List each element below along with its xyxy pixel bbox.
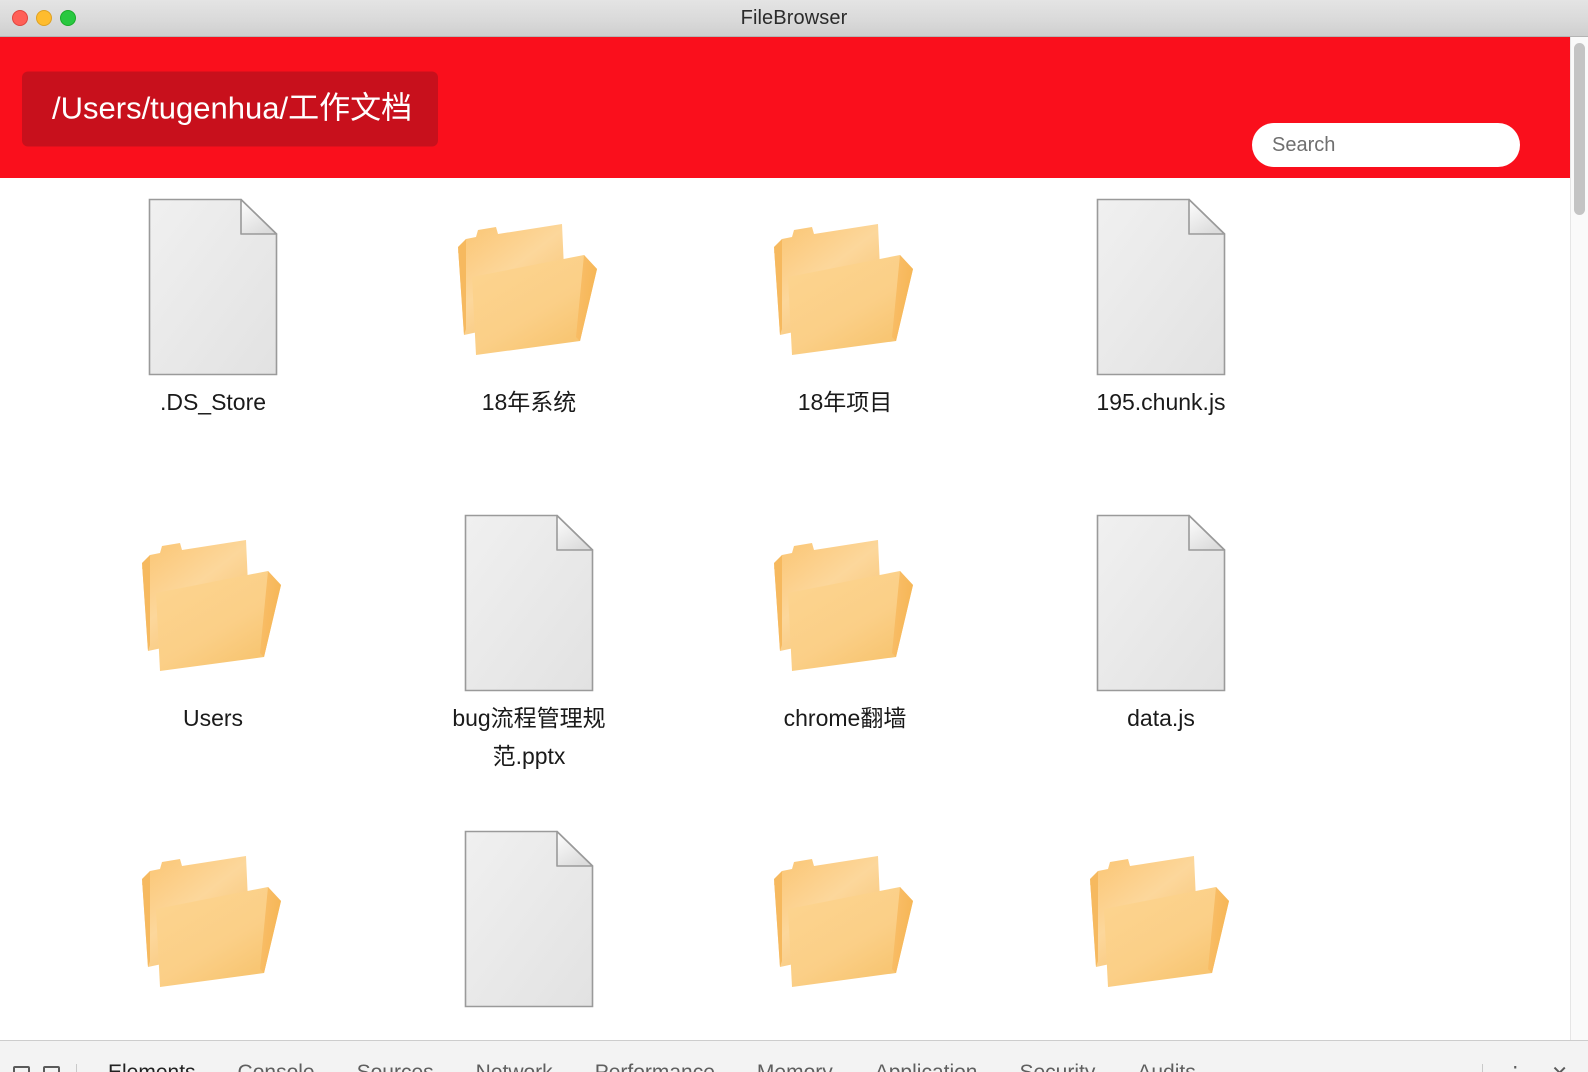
file-item[interactable]: 18年系统 [371, 178, 687, 494]
folder-icon [774, 855, 913, 987]
file-icon-wrapper [687, 810, 1003, 1015]
devtools-tab-sources[interactable]: Sources [336, 1061, 455, 1072]
maximize-window-button[interactable] [60, 10, 76, 26]
toolbar-divider [76, 1064, 77, 1072]
folder-icon [774, 539, 913, 671]
window-titlebar: FileBrowser [0, 0, 1588, 37]
folder-icon [458, 223, 597, 355]
devtools-more-icon[interactable]: ⋮ [1493, 1061, 1539, 1072]
file-icon-wrapper [55, 810, 371, 1015]
file-icon-wrapper [55, 178, 371, 383]
toolbar-divider [1482, 1064, 1484, 1072]
folder-icon [142, 539, 281, 671]
file-item[interactable]: chrome翻墙 [687, 494, 1003, 810]
devtools-close-icon[interactable]: ✕ [1539, 1061, 1582, 1072]
file-item[interactable]: 18年项目 [687, 178, 1003, 494]
app-header: /Users/tugenhua/工作文档 [0, 37, 1588, 178]
file-item-label: data.js [1127, 705, 1195, 731]
current-path-chip[interactable]: /Users/tugenhua/工作文档 [22, 71, 439, 147]
file-item[interactable]: Users [55, 494, 371, 810]
document-icon [464, 514, 594, 691]
minimize-window-button[interactable] [36, 10, 52, 26]
file-item-label: 18年项目 [797, 389, 893, 415]
file-item-label: .DS_Store [159, 389, 267, 415]
devtools-tab-security[interactable]: Security [998, 1061, 1116, 1072]
file-item[interactable] [55, 810, 371, 1072]
file-item[interactable]: data.js [1003, 494, 1319, 810]
devtools-tab-elements[interactable]: Elements [87, 1061, 217, 1072]
window-controls [12, 0, 76, 36]
devtools-tab-console[interactable]: Console [217, 1061, 336, 1072]
file-item[interactable] [687, 810, 1003, 1072]
vertical-scrollbar-thumb[interactable] [1574, 43, 1585, 215]
devtools-tab-network[interactable]: Network [455, 1061, 574, 1072]
vertical-scrollbar[interactable] [1570, 37, 1588, 1072]
file-icon-wrapper [371, 810, 687, 1015]
file-item-label: Users [182, 705, 244, 731]
file-item-label: chrome翻墙 [783, 705, 907, 731]
devtools-tab-application[interactable]: Application [854, 1061, 999, 1072]
window-title: FileBrowser [740, 6, 848, 29]
document-icon [148, 198, 278, 375]
document-icon [1096, 198, 1226, 375]
file-browser-window: FileBrowser /Users/tugenhua/工作文档 .DS_Sto… [0, 0, 1588, 1072]
devtools-tab-performance[interactable]: Performance [574, 1061, 736, 1072]
file-icon-wrapper [687, 494, 1003, 699]
file-item-label: bug流程管理规范.pptx [452, 705, 606, 770]
page-scroll-area: /Users/tugenhua/工作文档 .DS_Store [0, 37, 1588, 1072]
file-icon-wrapper [1003, 494, 1319, 699]
devtools-toolbar: ElementsConsoleSourcesNetworkPerformance… [0, 1040, 1588, 1072]
file-item[interactable]: bug流程管理规范.pptx [371, 494, 687, 810]
folder-icon [1090, 855, 1229, 987]
file-icon-wrapper [687, 178, 1003, 383]
close-window-button[interactable] [12, 10, 28, 26]
file-item-label: 195.chunk.js [1096, 389, 1226, 415]
devtools-tab-audits[interactable]: Audits [1116, 1061, 1216, 1072]
file-icon-wrapper [1003, 810, 1319, 1015]
document-icon [464, 830, 594, 1007]
file-item[interactable]: 195.chunk.js [1003, 178, 1319, 494]
folder-icon [142, 855, 281, 987]
file-item-label: 18年系统 [481, 389, 577, 415]
search-input[interactable] [1252, 123, 1520, 167]
file-item[interactable] [1003, 810, 1319, 1072]
folder-icon [774, 223, 913, 355]
file-grid: .DS_Store 18年系统 18年项目 195.chunk.js Users… [55, 178, 1588, 1072]
file-item[interactable] [371, 810, 687, 1072]
device-toolbar-icon[interactable] [36, 1060, 66, 1072]
file-item[interactable]: .DS_Store [55, 178, 371, 494]
inspect-element-icon[interactable] [6, 1060, 36, 1072]
file-icon-wrapper [371, 178, 687, 383]
file-icon-wrapper [55, 494, 371, 699]
file-icon-wrapper [1003, 178, 1319, 383]
document-icon [1096, 514, 1226, 691]
file-icon-wrapper [371, 494, 687, 699]
devtools-tab-memory[interactable]: Memory [736, 1061, 854, 1072]
